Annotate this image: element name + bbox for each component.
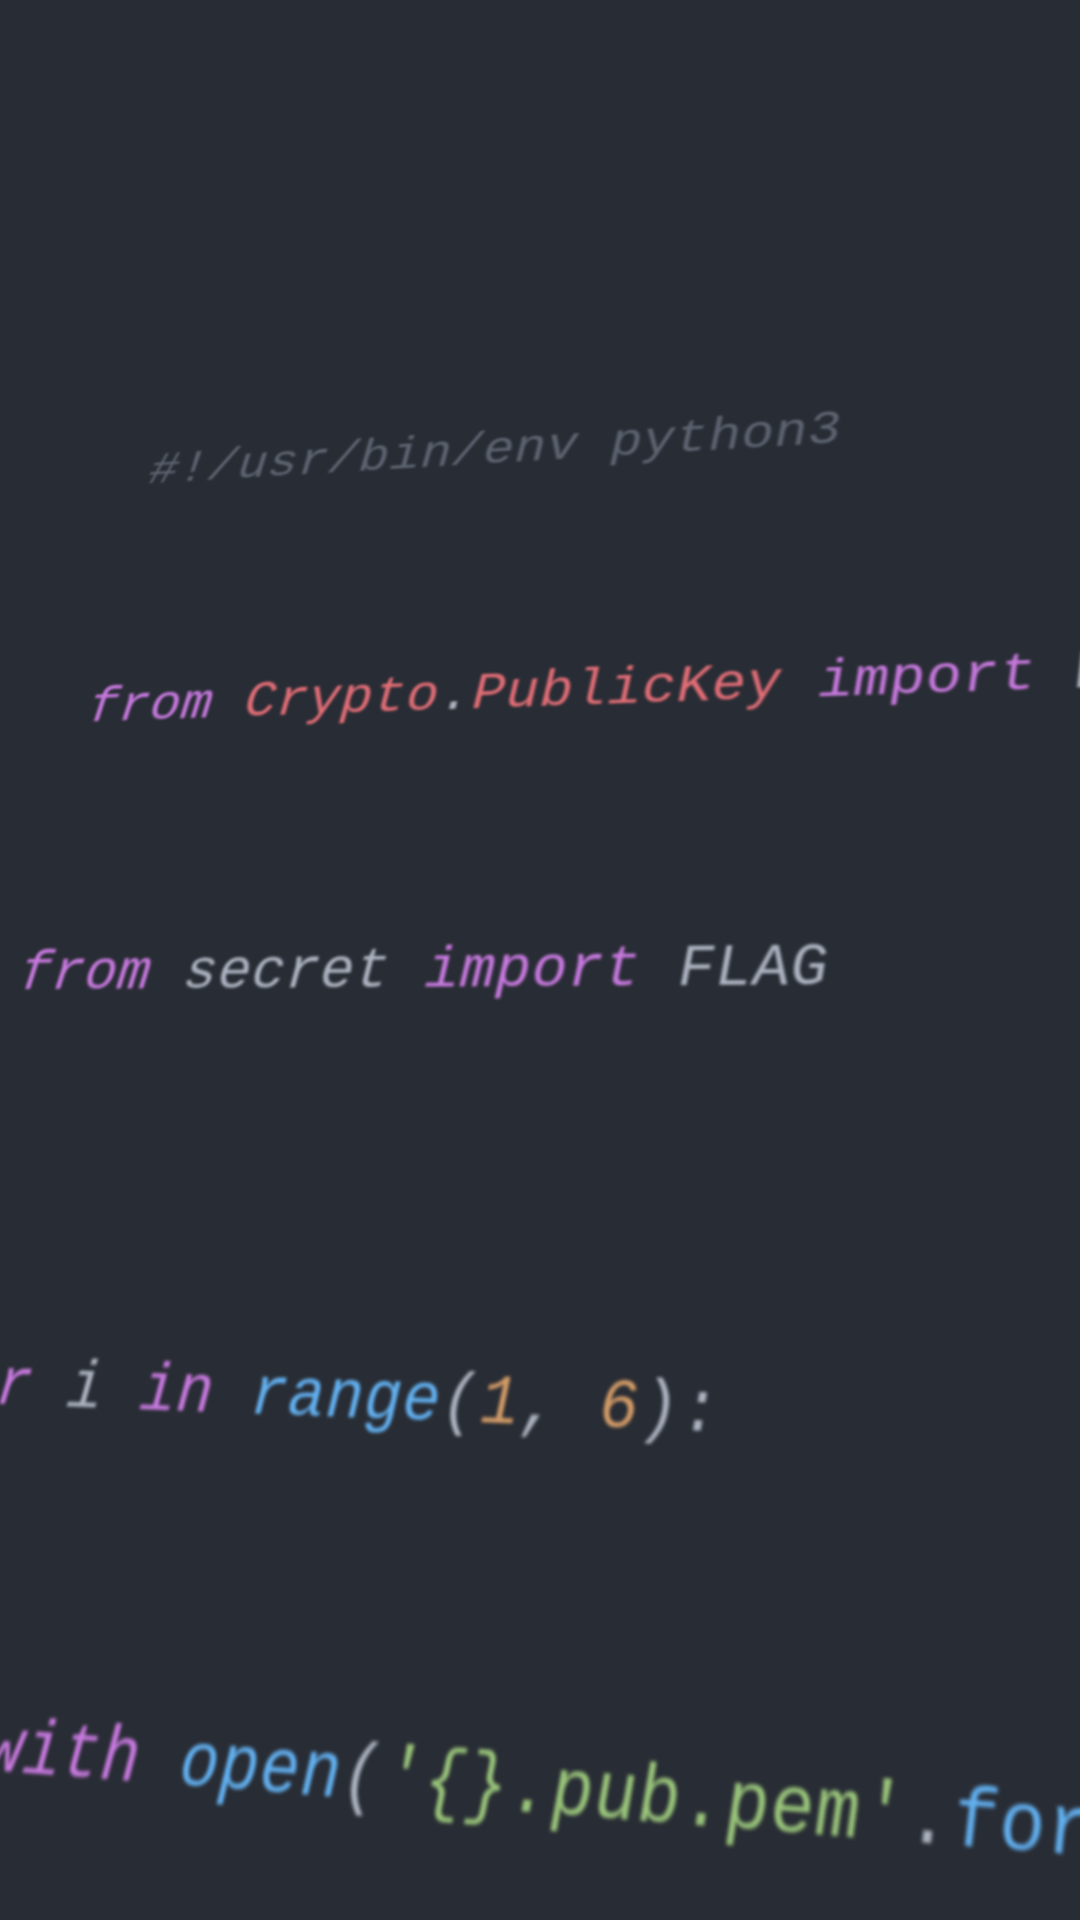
space	[388, 940, 427, 1005]
space	[1034, 644, 1077, 706]
keyword-token: in	[136, 1354, 217, 1433]
code-line: #!/usr/bin/env python3	[0, 253, 1080, 599]
code-block: #!/usr/bin/env python3 from Crypto.Publi…	[0, 253, 1080, 1920]
keyword-token: with	[0, 1708, 145, 1807]
punct-token: (	[439, 1364, 481, 1444]
attr-token: PublicKey	[471, 656, 783, 725]
func-token: format	[950, 1776, 1080, 1896]
space	[781, 654, 819, 714]
name-token: FLAG	[678, 936, 830, 1004]
comment-token: #!/usr/bin/env python3	[146, 404, 843, 497]
punct-token: :	[680, 1372, 722, 1454]
punct-token: .	[438, 667, 474, 725]
code-line: from secret import FLAG	[0, 800, 1080, 1138]
space	[558, 1368, 599, 1449]
number-token: 1	[479, 1365, 521, 1445]
code-viewport: #!/usr/bin/env python3 from Crypto.Publi…	[0, 0, 1080, 1920]
punct-token: )	[639, 1370, 680, 1451]
punct-token: .	[904, 1773, 955, 1873]
punct-token: (	[339, 1733, 385, 1826]
keyword-token: from	[84, 677, 215, 737]
number-token: 6	[599, 1369, 640, 1450]
indent	[88, 447, 153, 500]
punct-token: ,	[518, 1366, 560, 1446]
module-token: Crypto	[242, 669, 441, 732]
keyword-token: import	[423, 938, 641, 1005]
string-token: '{}.pub.pem'	[380, 1736, 909, 1869]
keyword-token: from	[15, 943, 154, 1006]
space	[641, 938, 678, 1005]
func-token: open	[176, 1722, 344, 1823]
keyword-token: import	[817, 646, 1040, 713]
func-token: range	[248, 1358, 443, 1442]
module-token: secret	[181, 941, 392, 1006]
